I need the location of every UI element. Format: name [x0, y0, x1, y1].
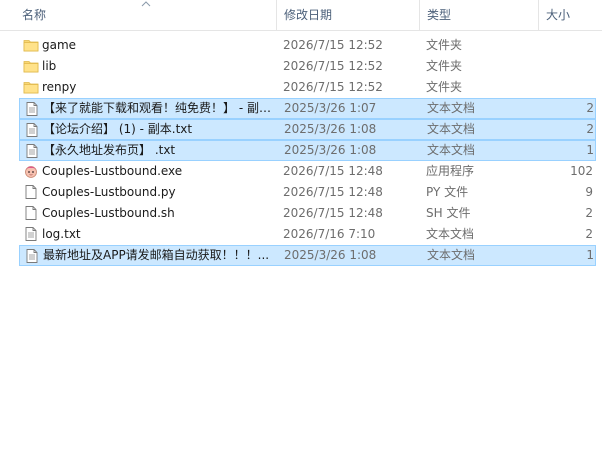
file-row[interactable]: Couples-Lustbound.sh 2026/7/15 12:48 SH 文件…	[19, 203, 596, 224]
folder-icon	[23, 37, 39, 53]
column-header-type[interactable]: 类型	[419, 0, 538, 30]
column-header-date[interactable]: 修改日期	[276, 0, 419, 30]
file-type: 文件夹	[426, 59, 463, 73]
sort-ascending-icon	[141, 1, 151, 7]
file-row[interactable]: 【来了就能下载和观看！纯免费！】 - 副… 2025/3/26 1:07 文本文档 2	[19, 98, 596, 119]
file-name: renpy	[42, 80, 77, 94]
file-size: 102	[570, 164, 593, 178]
file-explorer-list: 名称 修改日期 类型 大小 game 2026/7/15 12:52 文件夹 lib 2…	[0, 0, 602, 471]
text-file-icon	[24, 101, 40, 117]
file-name: log.txt	[42, 227, 81, 241]
file-modified-date: 2026/7/15 12:52	[283, 59, 383, 73]
file-size	[537, 56, 593, 75]
file-type: 文本文档	[426, 227, 475, 241]
file-size: 1	[586, 248, 594, 262]
file-row[interactable]: Couples-Lustbound.exe 2026/7/15 12:48 应用程序…	[19, 161, 596, 182]
file-row[interactable]: 【论坛介绍】 (1) - 副本.txt 2025/3/26 1:08 文本文档 2	[19, 119, 596, 140]
column-header-bar: 名称 修改日期 类型 大小	[0, 0, 602, 31]
text-file-icon	[23, 226, 39, 242]
file-size	[537, 35, 593, 54]
file-size: 2	[586, 101, 594, 115]
file-modified-date: 2025/3/26 1:07	[284, 101, 377, 115]
file-modified-date: 2026/7/15 12:48	[283, 206, 383, 220]
blank-file-icon	[23, 205, 39, 221]
file-row[interactable]: log.txt 2026/7/16 7:10 文本文档 2	[19, 224, 596, 245]
file-row[interactable]: 最新地址及APP请发邮箱自动获取！！！... 2025/3/26 1:08 文本文档…	[19, 245, 596, 266]
folder-icon	[23, 79, 39, 95]
file-name: 【永久地址发布页】 .txt	[43, 143, 176, 157]
file-size	[537, 77, 593, 96]
file-size: 2	[585, 206, 593, 220]
file-name: 最新地址及APP请发邮箱自动获取！！！...	[43, 248, 270, 262]
file-row[interactable]: renpy 2026/7/15 12:52 文件夹	[19, 77, 596, 98]
file-name: game	[42, 38, 77, 52]
file-row[interactable]: game 2026/7/15 12:52 文件夹	[19, 35, 596, 56]
file-type: 应用程序	[426, 164, 475, 178]
file-type: 文本文档	[427, 122, 476, 136]
file-modified-date: 2026/7/15 12:48	[283, 164, 383, 178]
file-type: 文本文档	[427, 101, 476, 115]
folder-icon	[23, 58, 39, 74]
file-modified-date: 2025/3/26 1:08	[284, 122, 377, 136]
file-name: lib	[42, 59, 57, 73]
file-size: 9	[585, 185, 593, 199]
file-modified-date: 2026/7/16 7:10	[283, 227, 376, 241]
file-modified-date: 2025/3/26 1:08	[284, 143, 377, 157]
text-file-icon	[24, 143, 40, 159]
file-type: 文件夹	[426, 38, 463, 52]
text-file-icon	[24, 248, 40, 264]
file-name: Couples-Lustbound.py	[42, 185, 176, 199]
column-header-size[interactable]: 大小	[538, 0, 602, 30]
file-name: Couples-Lustbound.exe	[42, 164, 183, 178]
file-type: 文件夹	[426, 80, 463, 94]
file-size: 1	[586, 143, 594, 157]
file-type: SH 文件	[426, 206, 471, 220]
file-type: PY 文件	[426, 185, 469, 199]
file-size: 2	[585, 227, 593, 241]
file-name: 【来了就能下载和观看！纯免费！】 - 副…	[43, 101, 271, 115]
app-icon	[23, 163, 39, 179]
file-modified-date: 2026/7/15 12:48	[283, 185, 383, 199]
blank-file-icon	[23, 184, 39, 200]
file-row[interactable]: 【永久地址发布页】 .txt 2025/3/26 1:08 文本文档 1	[19, 140, 596, 161]
file-modified-date: 2025/3/26 1:08	[284, 248, 377, 262]
file-row[interactable]: Couples-Lustbound.py 2026/7/15 12:48 PY 文件…	[19, 182, 596, 203]
file-modified-date: 2026/7/15 12:52	[283, 38, 383, 52]
file-size: 2	[586, 122, 594, 136]
file-row[interactable]: lib 2026/7/15 12:52 文件夹	[19, 56, 596, 77]
file-modified-date: 2026/7/15 12:52	[283, 80, 383, 94]
file-type: 文本文档	[427, 248, 476, 262]
file-name: Couples-Lustbound.sh	[42, 206, 175, 220]
file-name: 【论坛介绍】 (1) - 副本.txt	[43, 122, 193, 136]
file-type: 文本文档	[427, 143, 476, 157]
text-file-icon	[24, 122, 40, 138]
